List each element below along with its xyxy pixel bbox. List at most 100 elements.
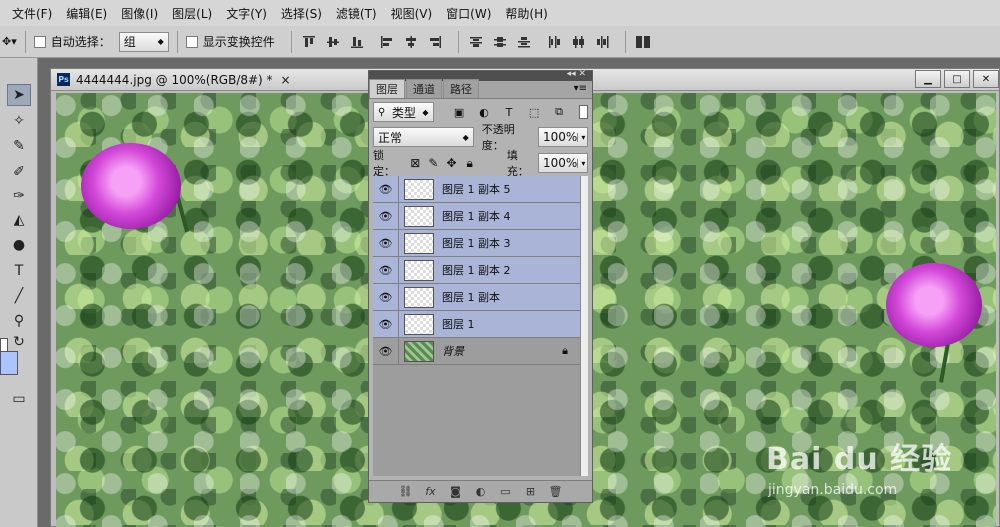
close-tab-icon[interactable]: × — [281, 73, 291, 87]
menu-file[interactable]: 文件(F) — [12, 5, 52, 22]
window-controls: ▁ □ ✕ — [912, 70, 999, 88]
line-tool-icon[interactable]: ╱ — [7, 285, 31, 307]
lock-transparent-icon[interactable]: ⊠ — [408, 155, 422, 171]
align-top-icon[interactable] — [300, 33, 318, 51]
layer-row[interactable]: 👁︎ 图层 1 副本 2 — [373, 256, 580, 284]
maximize-icon[interactable]: □ — [944, 70, 970, 88]
minimize-icon[interactable]: ▁ — [915, 70, 941, 88]
menu-type[interactable]: 文字(Y) — [226, 5, 267, 22]
layer-row[interactable]: 👁︎ 图层 1 — [373, 310, 580, 338]
layer-name[interactable]: 图层 1 副本 4 — [442, 208, 511, 224]
menu-help[interactable]: 帮助(H) — [505, 5, 547, 22]
history-brush-icon[interactable]: ✑ — [7, 185, 31, 207]
add-mask-icon[interactable]: ◙ — [443, 483, 468, 501]
adjustment-layer-icon[interactable]: ◐ — [468, 483, 493, 501]
visibility-eye-icon[interactable]: 👁︎ — [373, 175, 399, 203]
auto-select-checkbox[interactable] — [33, 35, 46, 48]
visibility-eye-icon[interactable]: 👁︎ — [373, 310, 399, 338]
layers-scrollbar[interactable] — [580, 176, 588, 476]
menu-filter[interactable]: 滤镜(T) — [336, 5, 377, 22]
swap-colors-icon[interactable]: ↻ — [7, 331, 31, 353]
layer-row[interactable]: 👁︎ 图层 1 副本 — [373, 283, 580, 311]
layer-name[interactable]: 图层 1 副本 3 — [442, 235, 511, 251]
dropdown-arrow-icon: ◆ — [157, 37, 164, 46]
filter-pixel-icon[interactable]: ▣ — [452, 105, 467, 119]
layer-name[interactable]: 背景 — [442, 343, 464, 359]
auto-align-icon[interactable] — [634, 33, 652, 51]
brush-icon[interactable]: ✐ — [7, 161, 31, 183]
paint-bucket-icon[interactable]: ◭ — [7, 209, 31, 231]
menu-edit[interactable]: 编辑(E) — [66, 5, 107, 22]
link-layers-icon[interactable]: ⛓ — [393, 483, 418, 501]
layer-name[interactable]: 图层 1 副本 2 — [442, 262, 511, 278]
filter-toggle[interactable] — [578, 105, 588, 119]
visibility-eye-icon[interactable]: 👁︎ — [373, 283, 399, 311]
screen-mode-icon[interactable]: ▭ — [7, 388, 31, 410]
auto-select-dropdown[interactable]: 组 ◆ — [118, 31, 169, 52]
delete-layer-icon[interactable]: 🗑︎ — [543, 483, 568, 501]
dropdown-arrow-icon[interactable]: ▾ — [577, 132, 585, 142]
layer-row[interactable]: 👁︎ 图层 1 副本 4 — [373, 202, 580, 230]
eyedropper-icon[interactable]: ✎ — [7, 135, 31, 157]
dodge-icon[interactable]: ● — [7, 234, 31, 256]
new-group-icon[interactable]: ▭ — [493, 483, 518, 501]
fill-field[interactable]: 100% ▾ — [538, 153, 588, 173]
align-hcenter-icon[interactable] — [402, 33, 420, 51]
layer-row[interactable]: 👁︎ 图层 1 副本 3 — [373, 229, 580, 257]
filter-adjustment-icon[interactable]: ◐ — [477, 105, 492, 119]
tab-paths[interactable]: 路径 — [443, 79, 479, 98]
fx-icon[interactable]: fx — [418, 483, 443, 501]
move-tool-icon[interactable]: ➤ — [7, 84, 31, 106]
distribute-right-icon[interactable] — [593, 33, 611, 51]
lock-image-icon[interactable]: ✎ — [426, 155, 440, 171]
visibility-eye-icon[interactable]: 👁︎ — [373, 337, 399, 365]
align-right-icon[interactable] — [426, 33, 444, 51]
dropdown-arrow-icon: ◆ — [422, 107, 429, 117]
tab-channels[interactable]: 通道 — [406, 79, 442, 98]
collapse-icon[interactable]: ◂◂ ✕ — [567, 69, 586, 79]
new-layer-icon[interactable]: ⊞ — [518, 483, 543, 501]
align-bottom-icon[interactable] — [348, 33, 366, 51]
show-transform-checkbox[interactable] — [185, 35, 198, 48]
distribute-bottom-icon[interactable] — [515, 33, 533, 51]
tab-layers[interactable]: 图层 — [369, 79, 405, 98]
lock-position-icon[interactable]: ✥ — [445, 155, 459, 171]
layer-name[interactable]: 图层 1 副本 5 — [442, 181, 511, 197]
scrollbar-thumb[interactable] — [581, 176, 588, 476]
opacity-field[interactable]: 100% ▾ — [538, 127, 588, 147]
distribute-vcenter-icon[interactable] — [491, 33, 509, 51]
align-left-icon[interactable] — [378, 33, 396, 51]
menu-select[interactable]: 选择(S) — [281, 5, 322, 22]
filter-type-icon[interactable]: T — [502, 105, 517, 119]
panel-menu-icon[interactable]: ▾≡ — [574, 83, 587, 94]
align-vcenter-icon[interactable] — [324, 33, 342, 51]
zoom-tool-icon[interactable]: ⚲ — [7, 310, 31, 332]
visibility-eye-icon[interactable]: 👁︎ — [373, 256, 399, 284]
move-tool-preset-icon[interactable]: ✥▾ — [2, 35, 17, 48]
menu-window[interactable]: 窗口(W) — [446, 5, 491, 22]
lock-all-icon[interactable]: 🔒︎ — [463, 155, 477, 171]
layer-name[interactable]: 图层 1 副本 — [442, 289, 500, 305]
visibility-eye-icon[interactable]: 👁︎ — [373, 229, 399, 257]
magic-wand-icon[interactable]: ✧ — [7, 110, 31, 132]
close-window-icon[interactable]: ✕ — [973, 70, 999, 88]
type-tool-icon[interactable]: T — [7, 260, 31, 282]
filter-shape-icon[interactable]: ⬚ — [527, 105, 542, 119]
blend-mode-dropdown[interactable]: 正常 ◆ — [373, 127, 474, 147]
layer-row[interactable]: 👁︎ 图层 1 副本 5 — [373, 175, 580, 203]
menu-layer[interactable]: 图层(L) — [172, 5, 212, 22]
panel-tabs: 图层 通道 路径 ▾≡ — [369, 79, 592, 99]
dropdown-arrow-icon[interactable]: ▾ — [577, 158, 585, 168]
filter-smart-object-icon[interactable]: ⧉ — [552, 105, 567, 119]
background-color-swatch[interactable] — [0, 351, 18, 375]
layer-row-background[interactable]: 👁︎ 背景 🔒︎ — [373, 337, 580, 365]
layer-name[interactable]: 图层 1 — [442, 316, 475, 332]
menu-view[interactable]: 视图(V) — [391, 5, 433, 22]
distribute-top-icon[interactable] — [467, 33, 485, 51]
dropdown-arrow-icon: ◆ — [462, 132, 469, 142]
distribute-hcenter-icon[interactable] — [569, 33, 587, 51]
filter-type-dropdown[interactable]: ⚲ 类型 ◆ — [373, 102, 434, 122]
visibility-eye-icon[interactable]: 👁︎ — [373, 202, 399, 230]
distribute-left-icon[interactable] — [545, 33, 563, 51]
menu-image[interactable]: 图像(I) — [121, 5, 158, 22]
